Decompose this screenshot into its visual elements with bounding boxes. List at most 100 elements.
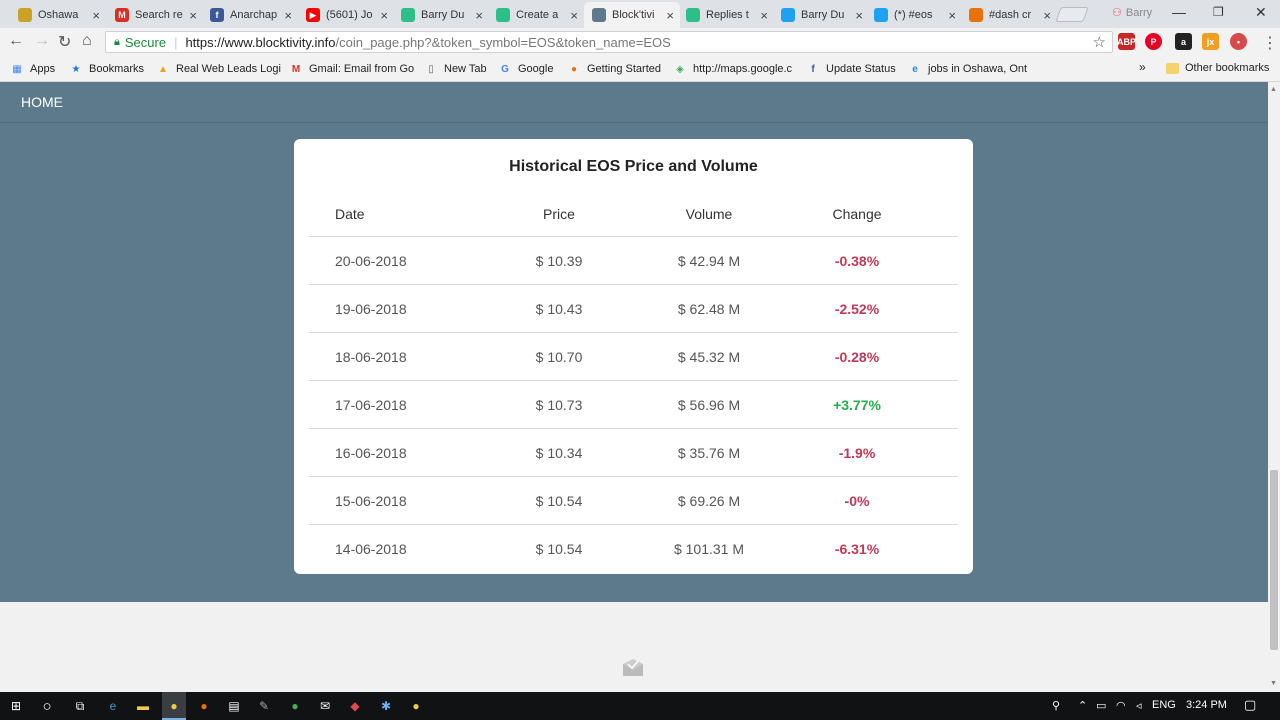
tab-close-icon[interactable]: ×: [380, 8, 388, 23]
tab-close-icon[interactable]: ×: [475, 8, 483, 23]
task-view-icon[interactable]: ⧉: [72, 698, 88, 714]
pinterest-extension-icon[interactable]: P: [1145, 33, 1162, 50]
bookmark-item[interactable]: G Google: [498, 62, 553, 76]
cell-change: +3.77%: [833, 397, 881, 413]
browser-tab[interactable]: Block'tivi ×: [584, 2, 680, 28]
wifi-icon[interactable]: ◠: [1116, 699, 1126, 712]
chrome2-taskbar-icon[interactable]: ●: [408, 698, 424, 714]
app-icon[interactable]: ●: [287, 698, 303, 714]
chrome-taskbar-icon[interactable]: ●: [166, 698, 182, 714]
cell-price: $ 10.54: [535, 493, 583, 509]
table-row: 20-06-2018 $ 10.39 $ 42.94 M -0.38%: [309, 237, 958, 285]
tab-favicon-icon: [781, 8, 795, 22]
app2-icon[interactable]: ✱: [378, 698, 394, 714]
firefox-taskbar-icon[interactable]: ●: [196, 698, 212, 714]
people-icon[interactable]: ⚲: [1052, 699, 1060, 712]
browser-tab[interactable]: Barry Du ×: [773, 2, 869, 28]
star-icon: ★: [71, 63, 81, 75]
bookmark-item[interactable]: ▲ Real Web Leads Logi: [156, 62, 281, 76]
file-explorer-icon[interactable]: ▬: [135, 698, 151, 714]
reload-icon[interactable]: ↻: [58, 32, 71, 52]
tab-favicon-icon: f: [210, 8, 224, 22]
scroll-thumb[interactable]: [1270, 470, 1278, 650]
shield-app-icon[interactable]: ◆: [347, 698, 363, 714]
bookmark-label: Google: [518, 63, 554, 75]
bookmark-item[interactable]: M Gmail: Email from Go: [289, 62, 414, 76]
bookmark-item[interactable]: e jobs in Oshawa, Ont: [908, 62, 1027, 76]
battery-icon[interactable]: ▭: [1096, 699, 1106, 712]
browser-tab[interactable]: (*) #eos ×: [866, 2, 962, 28]
extension-icon[interactable]: •: [1230, 33, 1247, 50]
cell-price: $ 10.54: [535, 541, 583, 557]
page-scrollbar[interactable]: ▲ ▼: [1268, 82, 1280, 692]
bookmark-item[interactable]: ● Getting Started: [567, 62, 661, 76]
amazon-extension-icon[interactable]: a: [1175, 33, 1192, 50]
action-center-icon[interactable]: ▢: [1244, 697, 1256, 713]
scroll-down-icon[interactable]: ▼: [1270, 680, 1277, 687]
forward-arrow-icon[interactable]: →: [34, 32, 50, 50]
page-footer-area: [0, 602, 1268, 692]
bookmark-item[interactable]: ▯ New Tab: [424, 62, 486, 76]
close-window-icon[interactable]: ✕: [1255, 4, 1267, 21]
google-icon: G: [501, 63, 509, 75]
tab-close-icon[interactable]: ×: [1043, 8, 1051, 23]
browser-tab[interactable]: Oshawa ×: [10, 2, 106, 28]
browser-tab[interactable]: Create a ×: [488, 2, 584, 28]
bookmark-item[interactable]: f Update Status: [806, 62, 895, 76]
restore-icon[interactable]: ❐: [1213, 5, 1224, 19]
new-tab-button[interactable]: [1055, 7, 1089, 22]
browser-tab[interactable]: ▶ (5601) Jo ×: [298, 2, 394, 28]
tab-close-icon[interactable]: ×: [92, 8, 100, 23]
volume-icon[interactable]: ◃: [1136, 699, 1142, 712]
tray-chevron-icon[interactable]: ⌃: [1078, 699, 1087, 712]
leads-icon: ▲: [158, 63, 168, 75]
browser-tab[interactable]: Barry Du ×: [393, 2, 489, 28]
mail-app-icon[interactable]: ✉: [317, 698, 333, 714]
other-bookmarks[interactable]: Other bookmarks: [1166, 62, 1269, 74]
bookmark-star-icon[interactable]: ☆: [1093, 33, 1106, 51]
notepad-icon[interactable]: ▤: [226, 698, 242, 714]
minimize-icon[interactable]: —: [1172, 4, 1186, 20]
back-arrow-icon[interactable]: ←: [8, 32, 24, 50]
address-bar[interactable]: 🔒︎ Secure | https://www.blocktivity.info…: [105, 31, 1113, 53]
tab-favicon-icon: [592, 8, 606, 22]
tab-close-icon[interactable]: ×: [855, 8, 863, 23]
cell-price: $ 10.43: [535, 301, 583, 317]
tab-close-icon[interactable]: ×: [666, 8, 674, 23]
tool-icon[interactable]: ✎: [256, 698, 272, 714]
tab-close-icon[interactable]: ×: [284, 8, 292, 23]
browser-menu-icon[interactable]: ⋮: [1262, 33, 1278, 53]
cell-volume: $ 101.31 M: [673, 541, 745, 557]
cell-date: 16-06-2018: [335, 445, 407, 461]
scroll-up-icon[interactable]: ▲: [1270, 86, 1277, 93]
home-icon[interactable]: ⌂: [82, 32, 92, 50]
tab-close-icon[interactable]: ×: [948, 8, 956, 23]
cell-volume: $ 42.94 M: [677, 253, 741, 269]
profile-button[interactable]: ⚇ Barry: [1112, 6, 1152, 19]
windows-taskbar: ⊞ ○ ⧉ e ▬ ● ● ▤ ✎ ● ✉ ◆ ✱ ● ⚲ ⌃ ▭ ◠ ◃ EN…: [0, 692, 1280, 720]
browser-tab[interactable]: Replies t ×: [678, 2, 774, 28]
tab-close-icon[interactable]: ×: [760, 8, 768, 23]
language-indicator[interactable]: ENG: [1152, 699, 1176, 711]
adblock-extension-icon[interactable]: ABP: [1117, 33, 1136, 50]
tab-title: (*) #eos: [894, 9, 933, 21]
bookmark-item[interactable]: ▦ Apps: [10, 62, 55, 76]
cell-date: 19-06-2018: [335, 301, 407, 317]
clock[interactable]: 3:24 PM: [1186, 699, 1227, 711]
jx-extension-icon[interactable]: jx: [1202, 33, 1219, 50]
edge-icon[interactable]: e: [105, 698, 121, 714]
nav-home-link[interactable]: HOME: [21, 94, 63, 110]
tab-close-icon[interactable]: ×: [570, 8, 578, 23]
tab-close-icon[interactable]: ×: [189, 8, 197, 23]
browser-tab[interactable]: M Search re ×: [107, 2, 203, 28]
folder-icon: [1166, 62, 1179, 74]
browser-tab[interactable]: f Anarchap ×: [202, 2, 298, 28]
bookmark-item[interactable]: ◈ http://maps.google.c: [673, 62, 792, 76]
browser-tab[interactable]: #dash cr ×: [961, 2, 1057, 28]
bookmarks-overflow-button[interactable]: »: [1139, 60, 1146, 74]
ie-icon: e: [912, 63, 918, 75]
windows-start-icon[interactable]: ⊞: [8, 698, 24, 714]
bookmark-item[interactable]: ★ Bookmarks: [69, 62, 145, 76]
cortana-icon[interactable]: ○: [39, 698, 55, 715]
header-date: Date: [335, 206, 365, 222]
